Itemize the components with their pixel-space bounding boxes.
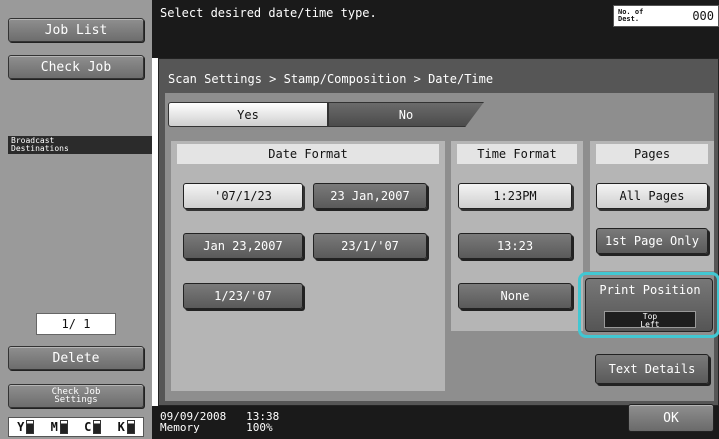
no-button[interactable]: No (328, 102, 484, 127)
time-option-none[interactable]: None (458, 283, 572, 309)
yes-button[interactable]: Yes (168, 102, 328, 127)
breadcrumb: Scan Settings > Stamp/Composition > Date… (168, 72, 494, 86)
delete-button[interactable]: Delete (8, 346, 144, 370)
toner-gauge (93, 420, 102, 434)
date-format-group: Date Format (171, 141, 445, 391)
toner-label: Y (17, 420, 25, 434)
print-position-label: Print Position (599, 283, 701, 297)
toner-label: K (117, 420, 125, 434)
toner-gauge (26, 420, 35, 434)
toner-label: C (84, 420, 92, 434)
date-option-m-d-yy[interactable]: 1/23/'07 (183, 283, 303, 309)
date-option-d-mon-yyyy[interactable]: 23 Jan,2007 (313, 183, 427, 209)
broadcast-destinations-label: Broadcast Destinations (8, 136, 152, 154)
toner-c: C (84, 420, 102, 434)
first-page-only-button[interactable]: 1st Page Only (596, 228, 708, 254)
date-option-d-m-yy[interactable]: 23/1/'07 (313, 233, 427, 259)
ok-button[interactable]: OK (628, 404, 714, 432)
date-option-yy-m-d[interactable]: '07/1/23 (183, 183, 303, 209)
all-pages-button[interactable]: All Pages (596, 183, 708, 209)
toner-levels: Y M C K (8, 417, 144, 437)
date-option-mon-d-yyyy[interactable]: Jan 23,2007 (183, 233, 303, 259)
dest-count-label: No. of Dest. (618, 8, 644, 23)
date-format-title: Date Format (177, 144, 439, 164)
job-list-button[interactable]: Job List (8, 18, 144, 42)
date-time-memory: 09/09/2008 13:38 Memory 100% (160, 410, 280, 434)
dest-count-value: 000 (692, 9, 714, 23)
print-position-value: Top Left (604, 311, 696, 329)
text-details-button[interactable]: Text Details (595, 354, 709, 384)
toner-y: Y (17, 420, 35, 434)
toner-label: M (50, 420, 58, 434)
page-count: 1/ 1 (36, 313, 116, 335)
toner-m: M (51, 420, 68, 434)
toner-gauge (59, 420, 68, 434)
instruction-message: Select desired date/time type. (160, 6, 377, 20)
destination-counter: No. of Dest. 000 (613, 5, 719, 27)
toner-gauge (126, 420, 135, 434)
print-position-button[interactable]: Print Position Top Left (585, 278, 713, 332)
time-option-12h[interactable]: 1:23PM (458, 183, 572, 209)
time-option-24h[interactable]: 13:23 (458, 233, 572, 259)
toner-k: K (118, 420, 135, 434)
time-format-title: Time Format (457, 144, 577, 164)
pages-title: Pages (596, 144, 708, 164)
check-job-button[interactable]: Check Job (8, 55, 144, 79)
check-job-settings-button[interactable]: Check Job Settings (8, 384, 144, 408)
